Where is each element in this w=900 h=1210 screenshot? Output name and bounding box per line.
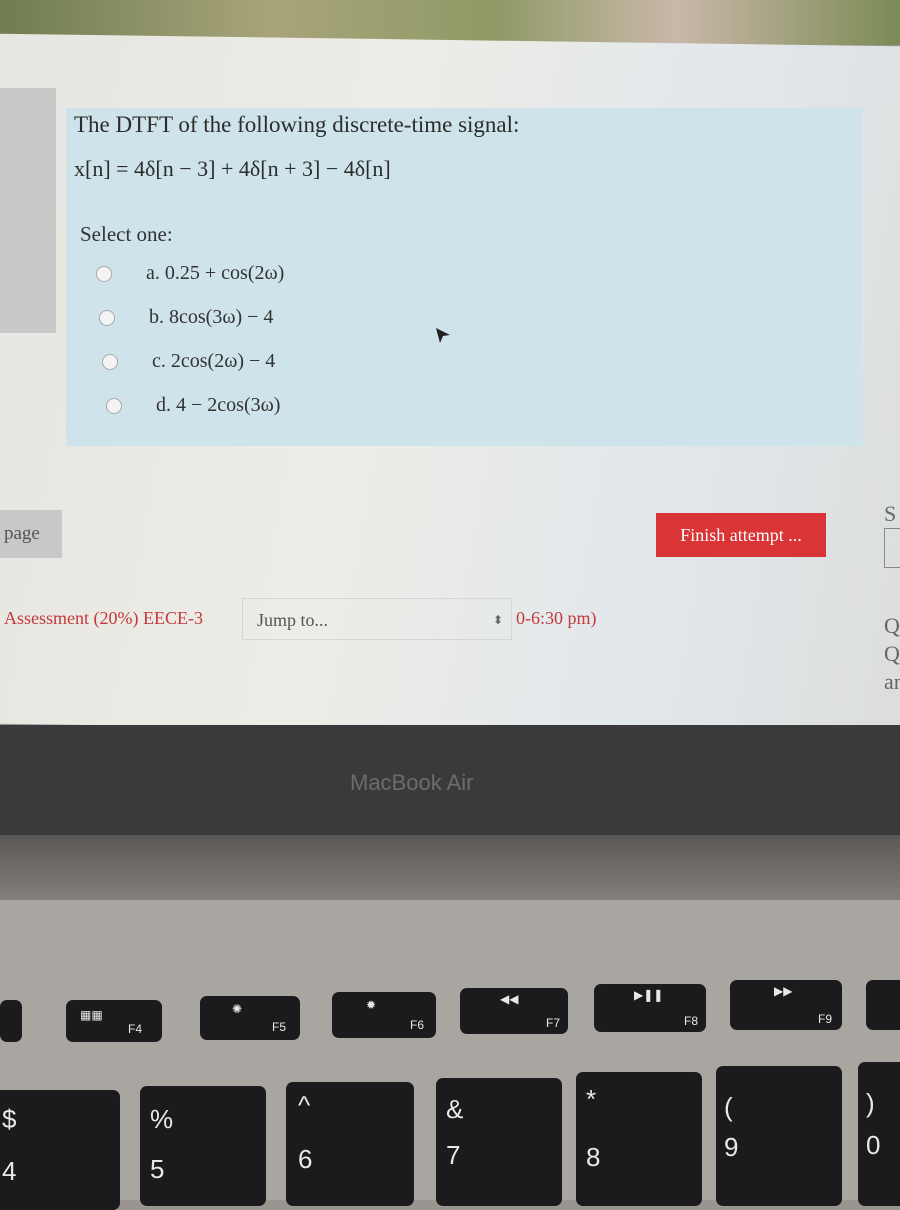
key-0[interactable]: ) 0 <box>858 1062 900 1206</box>
option-label: c. 2cos(2ω) − 4 <box>152 350 276 372</box>
key-7[interactable]: & 7 <box>436 1078 562 1206</box>
key-label: 8 <box>586 1142 601 1172</box>
option-label: a. 0.25 + cos(2ω) <box>146 262 285 284</box>
select-arrows-icon: ⬍ <box>492 613 503 627</box>
fast-forward-icon: ▶▶ <box>774 984 793 998</box>
radio-button[interactable] <box>99 309 115 326</box>
partial-text: Q <box>884 613 900 638</box>
key-label: 4 <box>2 1156 17 1186</box>
radio-button[interactable] <box>96 265 112 282</box>
key-label: F6 <box>410 1018 425 1032</box>
breadcrumb-link[interactable]: Assessment (20%) EECE-3 <box>4 608 203 629</box>
brightness-down-icon: ✺ <box>232 1002 243 1016</box>
key-label: & <box>446 1094 464 1124</box>
option-label: d. 4 − 2cos(3ω) <box>156 394 281 416</box>
breadcrumb-time: 0-6:30 pm) <box>516 608 597 628</box>
radio-button[interactable] <box>106 397 122 414</box>
option-a[interactable]: a. 0.25 + cos(2ω) <box>96 262 284 285</box>
key-label: * <box>586 1084 597 1114</box>
key-label: ) <box>866 1088 875 1118</box>
key-label: F4 <box>128 1022 143 1036</box>
key-label: F9 <box>818 1012 833 1026</box>
key-label: 7 <box>446 1140 461 1170</box>
key-5[interactable]: % 5 <box>140 1086 266 1206</box>
radio-button[interactable] <box>102 353 118 370</box>
partial-text: S <box>884 501 897 526</box>
key-6[interactable]: ^ 6 <box>286 1082 414 1206</box>
sidebar-panel <box>0 88 56 333</box>
previous-page-button[interactable]: page <box>0 510 62 558</box>
key-f3[interactable] <box>0 1000 22 1042</box>
key-label: F8 <box>684 1014 699 1028</box>
key-label: % <box>150 1104 174 1134</box>
key-f8[interactable]: ▶❚❚ F8 <box>594 984 706 1032</box>
key-f10[interactable] <box>866 980 900 1030</box>
question-text: The DTFT of the following discrete-time … <box>74 112 520 137</box>
select-one-label: Select one: <box>80 222 173 246</box>
question-formula: x[n] = 4δ[n − 3] + 4δ[n + 3] − 4δ[n] <box>74 156 391 181</box>
brightness-up-icon: ✹ <box>366 998 377 1012</box>
option-label: b. 8cos(3ω) − 4 <box>149 306 274 328</box>
key-label: 9 <box>724 1132 739 1162</box>
jump-to-value: Jump to... <box>257 610 329 630</box>
key-label: 6 <box>298 1144 313 1174</box>
partial-input <box>884 528 900 568</box>
key-label: 5 <box>150 1154 165 1184</box>
key-f5[interactable]: ✺ F5 <box>200 996 300 1040</box>
right-column-partial: S Q Q an <box>884 500 900 696</box>
option-b[interactable]: b. 8cos(3ω) − 4 <box>99 306 273 329</box>
mouse-cursor-icon <box>436 328 450 343</box>
key-f4[interactable]: ▦▦ F4 <box>66 1000 162 1042</box>
key-label: F5 <box>272 1020 287 1034</box>
key-f6[interactable]: ✹ F6 <box>332 992 436 1038</box>
key-8[interactable]: * 8 <box>576 1072 702 1206</box>
key-9[interactable]: (9 <box>716 1066 842 1206</box>
brand-label: MacBook Air <box>350 770 474 795</box>
option-c[interactable]: c. 2cos(2ω) − 4 <box>102 350 275 373</box>
key-label: 0 <box>866 1130 881 1160</box>
key-f7[interactable]: ◀◀ F7 <box>460 988 568 1034</box>
mission-control-icon: ▦▦ <box>80 1008 103 1022</box>
option-d[interactable]: d. 4 − 2cos(3ω) <box>106 394 280 417</box>
play-pause-icon: ▶❚❚ <box>634 988 664 1002</box>
key-label: ( <box>724 1092 733 1122</box>
partial-text: Q <box>884 641 900 666</box>
key-f9[interactable]: ▶▶ F9 <box>730 980 842 1030</box>
key-label: $ <box>2 1104 17 1134</box>
key-4[interactable]: $4 <box>0 1090 120 1210</box>
rewind-icon: ◀◀ <box>500 992 519 1006</box>
finish-attempt-button[interactable]: Finish attempt ... <box>656 513 826 557</box>
partial-text: an <box>884 669 900 694</box>
key-label: ^ <box>298 1090 311 1120</box>
jump-to-select[interactable]: Jump to... ⬍ <box>242 598 512 640</box>
key-label: F7 <box>546 1016 561 1030</box>
